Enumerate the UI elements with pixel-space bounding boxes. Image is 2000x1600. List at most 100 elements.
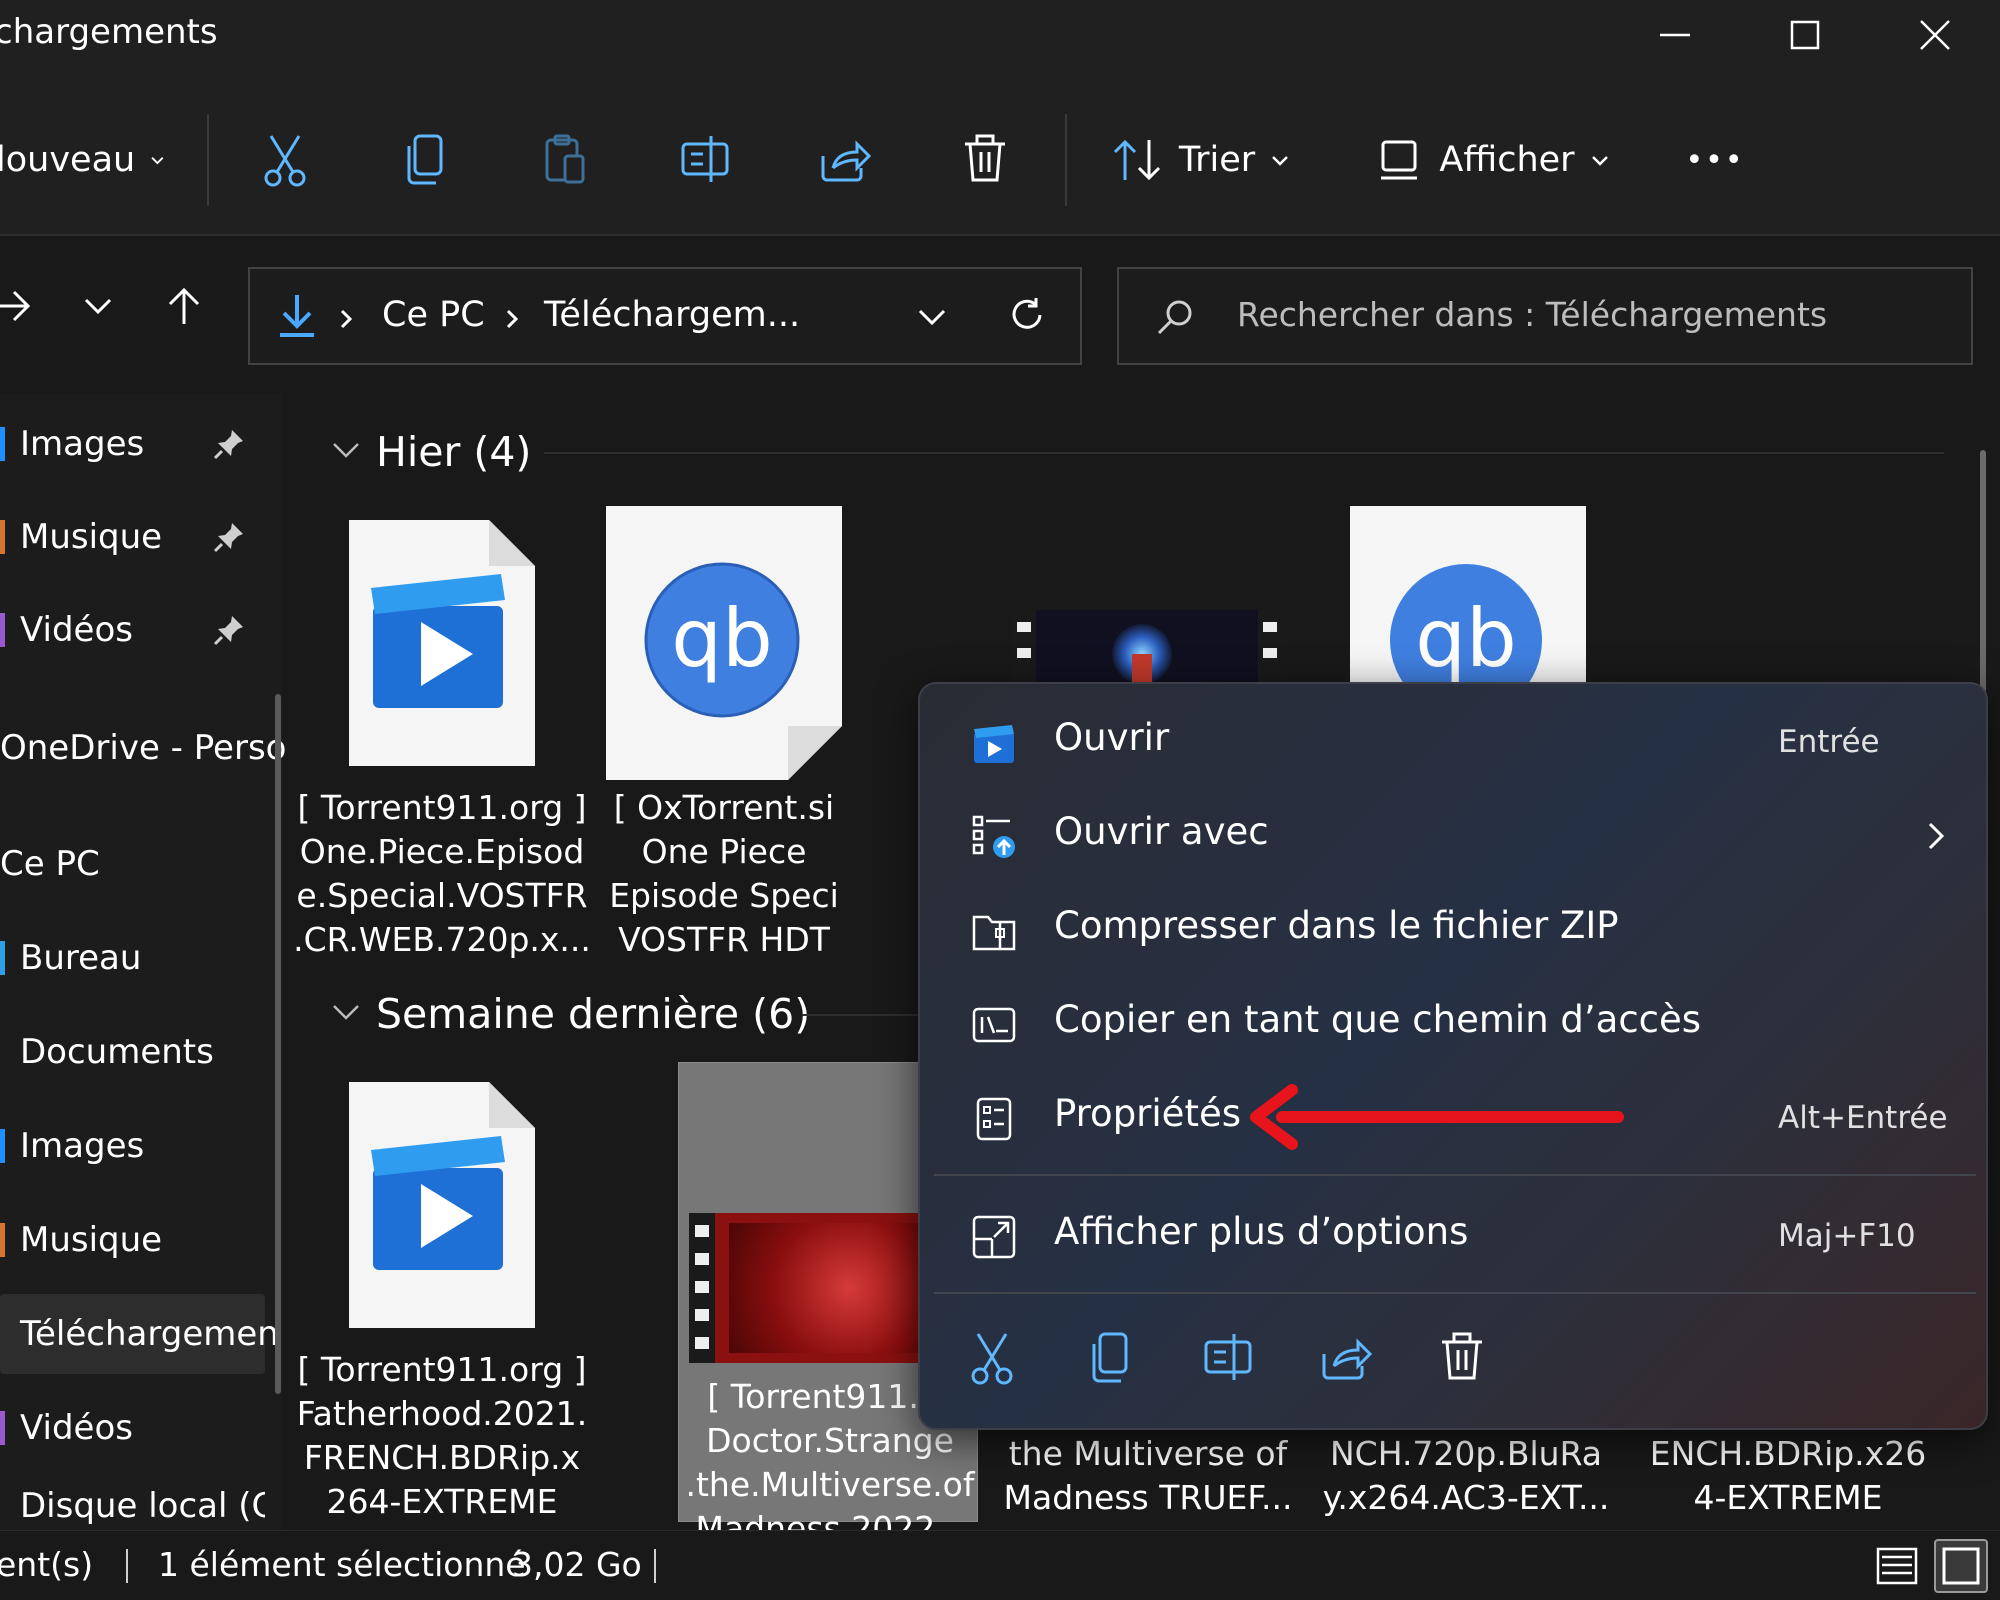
address-history-button[interactable]	[916, 301, 948, 333]
pin-icon	[213, 523, 243, 553]
folder-color-bar	[0, 941, 5, 975]
sidebar-item-label: OneDrive - Perso	[0, 728, 287, 768]
close-button[interactable]	[1870, 0, 2000, 70]
menu-rename-button[interactable]	[1202, 1330, 1254, 1386]
sidebar-item-this-pc[interactable]: Ce PC	[0, 824, 265, 904]
file-tile[interactable]: the Multiverse of Madness TRUEF...	[998, 1432, 1298, 1520]
menu-shortcut: Alt+Entrée	[1778, 1100, 1948, 1136]
menu-item-open-with[interactable]: Ouvrir avec	[930, 792, 1978, 878]
cut-icon	[264, 135, 306, 187]
sidebar-scrollbar[interactable]	[275, 694, 281, 1394]
search-icon	[1155, 297, 1195, 337]
chevron-down-icon	[918, 309, 946, 326]
share-button[interactable]	[800, 110, 890, 210]
breadcrumb-chevron-icon	[336, 307, 356, 331]
downloads-icon	[276, 291, 318, 341]
chevron-down-icon	[333, 443, 359, 458]
menu-item-label: Copier en tant que chemin d’accès	[1054, 998, 1702, 1041]
properties-icon	[976, 1097, 1012, 1141]
sidebar-item-desktop[interactable]: Bureau	[0, 918, 265, 998]
file-tile[interactable]: [ Torrent911.org ] One.Piece.Episod e.Sp…	[292, 518, 592, 962]
menu-item-compress-zip[interactable]: Compresser dans le fichier ZIP	[930, 886, 1978, 972]
sidebar-item-onedrive[interactable]: OneDrive - Perso	[0, 708, 286, 788]
menu-item-show-more-options[interactable]: Afficher plus d’options Maj+F10	[930, 1192, 1978, 1278]
menu-cut-button[interactable]	[968, 1330, 1016, 1386]
sidebar-item-videos-pinned[interactable]: Vidéos	[0, 590, 265, 670]
details-view-button[interactable]	[1874, 1543, 1920, 1589]
sidebar-item-label: Images	[20, 424, 145, 464]
chevron-down-icon	[84, 298, 112, 315]
sidebar-item-videos[interactable]: Vidéos	[0, 1388, 265, 1468]
menu-item-copy-as-path[interactable]: Copier en tant que chemin d’accès	[930, 980, 1978, 1066]
new-button[interactable]: louveau	[0, 110, 166, 210]
group-collapse-button[interactable]	[330, 438, 362, 462]
navigation-pane: Images Musique Vidéos OneDrive - Perso C…	[0, 394, 286, 1530]
menu-delete-button[interactable]	[1438, 1330, 1486, 1386]
sidebar-item-label: Musique	[20, 1220, 163, 1260]
copy-button[interactable]	[380, 110, 470, 210]
share-icon	[1322, 1338, 1372, 1380]
file-tile[interactable]: qb [ OxTorrent.si One Piece Episode Spec…	[574, 504, 874, 962]
sort-button[interactable]: Trier	[1108, 110, 1294, 210]
sidebar-item-documents[interactable]: Documents	[0, 1012, 265, 1092]
sidebar-item-music-pinned[interactable]: Musique	[0, 497, 265, 577]
maximize-button[interactable]	[1740, 0, 1870, 70]
chevron-right-icon	[1928, 822, 1945, 850]
menu-share-button[interactable]	[1320, 1330, 1372, 1386]
share-icon	[821, 140, 871, 182]
folder-color-bar	[0, 427, 5, 461]
chevron-down-icon	[1591, 156, 1608, 166]
sidebar-item-label: Bureau	[20, 938, 142, 978]
folder-color-bar	[0, 1411, 5, 1445]
refresh-button[interactable]	[1006, 295, 1048, 337]
sidebar-item-downloads[interactable]: Téléchargemen	[0, 1294, 279, 1374]
sidebar-item-label: Ce PC	[0, 844, 100, 884]
file-name: [ Torrent911.org ] Fatherhood.2021. FREN…	[296, 1350, 588, 1521]
cut-button[interactable]	[240, 110, 330, 210]
paste-button[interactable]	[520, 110, 610, 210]
minimize-button[interactable]	[1610, 0, 1740, 70]
delete-button[interactable]	[940, 110, 1030, 210]
menu-copy-button[interactable]	[1086, 1330, 1134, 1386]
search-box[interactable]: Rechercher dans : Téléchargements	[1117, 267, 1973, 365]
breadcrumb-this-pc[interactable]: Ce PC	[382, 295, 485, 335]
sidebar-item-local-disk[interactable]: Disque local (C	[0, 1478, 265, 1530]
navigation-row: Ce PC Téléchargem... Rechercher dans : T…	[0, 236, 2000, 394]
sidebar-item-label: Images	[20, 1126, 145, 1166]
sidebar-item-music[interactable]: Musique	[0, 1200, 265, 1280]
details-view-icon	[1876, 1547, 1918, 1585]
breadcrumb-downloads[interactable]: Téléchargem...	[544, 295, 800, 335]
copy-path-icon	[972, 1007, 1016, 1043]
menu-item-label: Compresser dans le fichier ZIP	[1054, 904, 1619, 947]
view-label: Afficher	[1439, 140, 1575, 180]
file-tile[interactable]: ENCH.BDRip.x26 4-EXTREME	[1638, 1432, 1938, 1520]
pin-icon	[213, 616, 243, 646]
file-tile[interactable]: NCH.720p.BluRa y.x264.AC3-EXT...	[1316, 1432, 1616, 1520]
view-button[interactable]: Afficher	[1374, 110, 1614, 210]
file-name: ENCH.BDRip.x26 4-EXTREME	[1649, 1434, 1927, 1517]
title-bar: chargements	[0, 0, 2000, 70]
group-collapse-button[interactable]	[330, 1000, 362, 1024]
status-separator	[126, 1549, 128, 1583]
address-bar[interactable]: Ce PC Téléchargem...	[248, 267, 1082, 365]
sidebar-item-images-pinned[interactable]: Images	[0, 404, 265, 484]
sort-label: Trier	[1178, 140, 1256, 180]
forward-button[interactable]	[0, 284, 36, 328]
file-tile[interactable]: qb	[1348, 504, 1588, 684]
item-count: ent(s)	[0, 1545, 94, 1584]
file-tile[interactable]: [ Torrent911.org ] Fatherhood.2021. FREN…	[292, 1080, 592, 1524]
recent-locations-button[interactable]	[80, 288, 116, 324]
tiles-view-button[interactable]	[1934, 1539, 1988, 1593]
context-menu: Ouvrir Entrée Ouvrir avec Compresser dan…	[918, 682, 1988, 1430]
menu-shortcut: Entrée	[1778, 724, 1880, 760]
menu-separator	[934, 1174, 1976, 1176]
video-thumbnail-icon[interactable]	[1012, 610, 1282, 690]
menu-item-open[interactable]: Ouvrir Entrée	[930, 698, 1978, 784]
rename-button[interactable]	[660, 110, 750, 210]
sidebar-item-images[interactable]: Images	[0, 1106, 265, 1186]
up-button[interactable]	[162, 284, 206, 328]
view-icon	[1381, 140, 1418, 180]
open-with-icon	[972, 815, 1015, 858]
more-button[interactable]: •••	[1670, 110, 1760, 210]
rename-icon	[1204, 1334, 1252, 1380]
